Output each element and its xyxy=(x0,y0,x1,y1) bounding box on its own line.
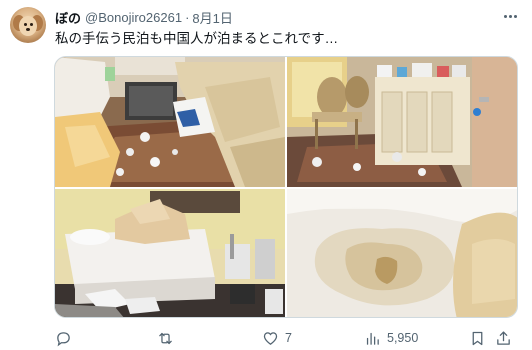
share-icon xyxy=(497,330,510,345)
retweet-icon xyxy=(159,332,172,344)
tweet-date[interactable]: 8月1日 xyxy=(192,8,232,27)
dog-avatar-icon[interactable] xyxy=(10,7,46,43)
tweet-header: ぼの @Bonojiro26261 · 8月1日 xyxy=(55,8,233,26)
bookmark-icon xyxy=(472,331,483,345)
photo-living-room[interactable] xyxy=(55,57,285,187)
share-button[interactable] xyxy=(495,328,512,348)
reply-icon xyxy=(57,331,70,346)
more-horizontal-icon[interactable] xyxy=(500,8,520,24)
separator-dot: · xyxy=(185,9,190,25)
bookmark-button[interactable] xyxy=(469,328,486,348)
tweet-actions: 7 5,950 xyxy=(55,328,515,348)
views-count: 5,950 xyxy=(387,331,419,345)
tweet-card: ぼの @Bonojiro26261 · 8月1日 私の手伝う民泊も中国人が泊まる… xyxy=(0,0,532,350)
reply-button[interactable] xyxy=(55,328,78,348)
views-button[interactable]: 5,950 xyxy=(364,328,418,348)
views-icon xyxy=(366,332,379,345)
tweet-text: 私の手伝う民泊も中国人が泊まるとこれです… xyxy=(55,31,339,46)
photo-bedroom[interactable] xyxy=(55,189,285,317)
photo-dining-cabinet[interactable] xyxy=(287,57,517,187)
like-button[interactable]: 7 xyxy=(262,328,292,348)
user-handle[interactable]: @Bonojiro26261 xyxy=(85,10,182,25)
display-name[interactable]: ぼの xyxy=(55,8,81,27)
like-count: 7 xyxy=(285,331,292,345)
photo-stained-sheet[interactable] xyxy=(287,189,517,317)
retweet-button[interactable] xyxy=(157,328,180,348)
heart-icon xyxy=(263,331,278,345)
media-grid xyxy=(54,56,518,318)
